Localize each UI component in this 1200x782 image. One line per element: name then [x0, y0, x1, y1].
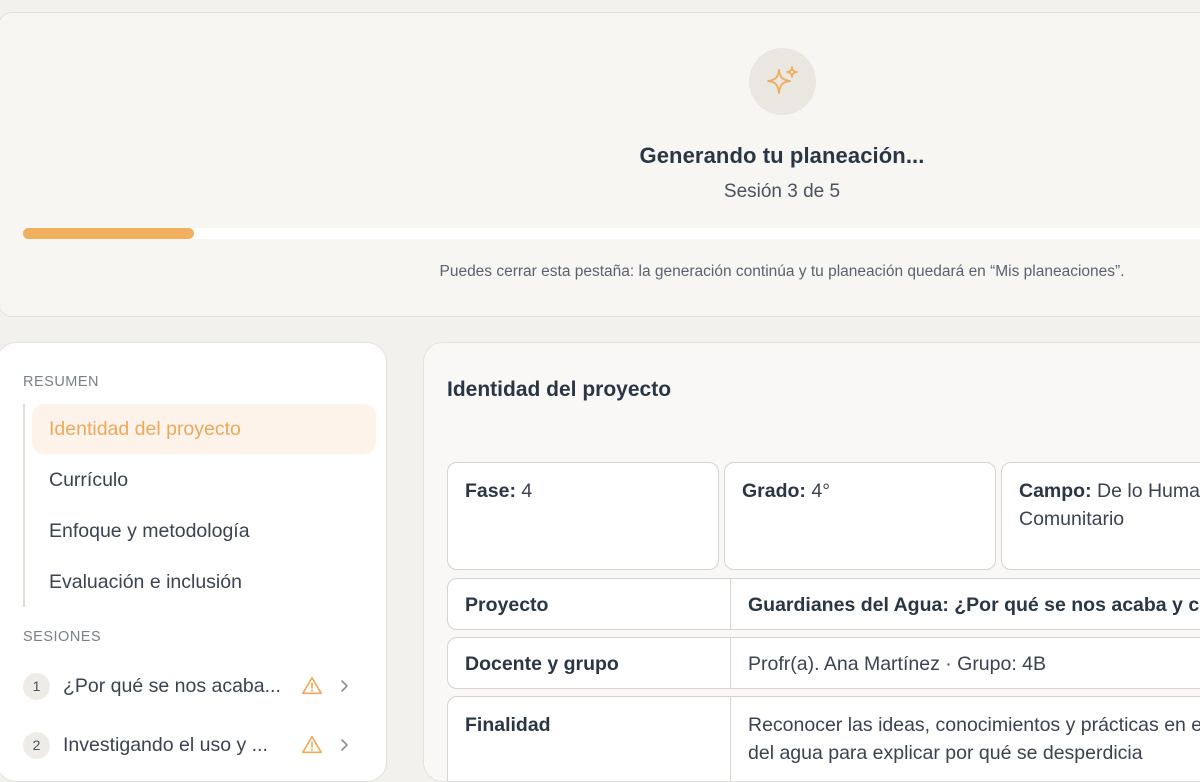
progress-bar: [23, 228, 1200, 239]
fase-field: Fase: 4: [447, 462, 719, 570]
progress-bar-fill: [23, 228, 194, 239]
warning-icon: [302, 676, 322, 695]
table-row: Docente y grupo Profr(a). Ana Martínez ·…: [447, 637, 1200, 689]
sidebar-item-label: Identidad del proyecto: [49, 417, 241, 440]
fase-value: 4: [521, 480, 533, 502]
sidebar-item-identidad[interactable]: Identidad del proyecto: [32, 404, 376, 454]
sidebar-item-label: Enfoque y metodología: [49, 519, 250, 542]
sidebar-item-label: Currículo: [49, 468, 129, 491]
session-number: 2: [23, 731, 50, 759]
section-header: Identidad del proyecto: [424, 343, 1200, 439]
session-item-1[interactable]: 1 ¿Por qué se nos acaba...: [23, 669, 359, 703]
summary-heading: RESUMEN: [23, 374, 100, 390]
sidebar-item-label: Evaluación e inclusión: [49, 570, 242, 593]
fase-label: Fase:: [465, 480, 516, 502]
row-label-proyecto: Proyecto: [448, 579, 731, 629]
grado-value: 4°: [811, 480, 830, 502]
session-label: ¿Por qué se nos acaba...: [63, 674, 281, 697]
row-label-finalidad: Finalidad: [448, 697, 731, 781]
sparkles-icon: [749, 48, 816, 115]
sessions-heading: SESIONES: [23, 629, 102, 645]
generation-subtitle: Sesión 3 de 5: [723, 181, 841, 202]
grado-label: Grado:: [742, 480, 806, 502]
generation-status-card: Generando tu planeación... Sesión 3 de 5…: [0, 12, 1200, 317]
session-number: 1: [23, 672, 50, 700]
grado-field: Grado: 4°: [724, 462, 996, 570]
sidebar-item-evaluacion[interactable]: Evaluación e inclusión: [32, 557, 376, 607]
chevron-right-icon[interactable]: [337, 679, 351, 693]
section-card: Identidad del proyecto Fase: 4 Grado: 4°…: [423, 342, 1200, 782]
table-row: Finalidad Reconocer las ideas, conocimie…: [447, 696, 1200, 781]
table-row: Proyecto Guardianes del Agua: ¿Por qué s…: [447, 578, 1200, 630]
nav-rail: [23, 404, 25, 607]
sidebar-item-enfoque[interactable]: Enfoque y metodología: [32, 506, 376, 556]
warning-icon: [302, 735, 322, 754]
row-label-docente: Docente y grupo: [448, 638, 731, 688]
generation-note: Puedes cerrar esta pestaña: la generació…: [439, 263, 1125, 280]
session-item-2[interactable]: 2 Investigando el uso y ...: [23, 728, 359, 762]
row-value-finalidad: Reconocer las ideas, conocimientos y prá…: [748, 714, 1200, 764]
session-label: Investigando el uso y ...: [63, 733, 268, 756]
sidebar-item-curriculo[interactable]: Currículo: [32, 455, 376, 505]
campo-field: Campo: De lo Humano y lo Comunitario: [1001, 462, 1200, 570]
sidebar: RESUMEN Identidad del proyecto Currículo…: [0, 342, 387, 782]
row-value-proyecto: Guardianes del Agua: ¿Por qué se nos aca…: [748, 594, 1200, 616]
row-value-docente: Profr(a). Ana Martínez · Grupo: 4B: [748, 653, 1047, 675]
campo-label: Campo:: [1019, 480, 1092, 502]
generation-title: Generando tu planeación...: [639, 143, 925, 168]
section-title: Identidad del proyecto: [447, 378, 672, 401]
